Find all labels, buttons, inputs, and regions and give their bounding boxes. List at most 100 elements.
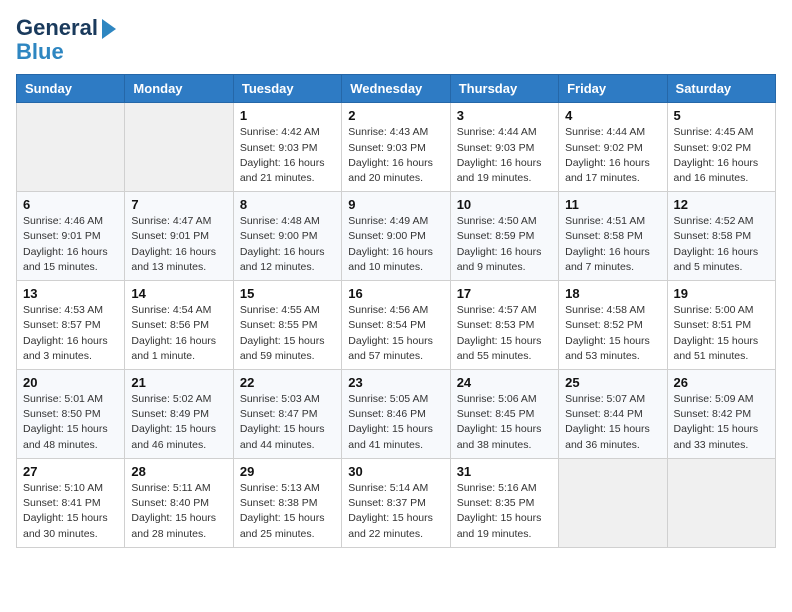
day-info: Sunrise: 4:47 AM Sunset: 9:01 PM Dayligh… (131, 214, 226, 275)
calendar-cell: 22 Sunrise: 5:03 AM Sunset: 8:47 PM Dayli… (233, 370, 341, 459)
day-info: Sunrise: 4:44 AM Sunset: 9:03 PM Dayligh… (457, 125, 552, 186)
calendar-cell: 3 Sunrise: 4:44 AM Sunset: 9:03 PM Daylig… (450, 103, 558, 192)
day-info: Sunrise: 4:51 AM Sunset: 8:58 PM Dayligh… (565, 214, 660, 275)
day-info: Sunrise: 4:50 AM Sunset: 8:59 PM Dayligh… (457, 214, 552, 275)
day-number: 20 (23, 375, 118, 390)
calendar-week-row: 13 Sunrise: 4:53 AM Sunset: 8:57 PM Dayli… (17, 281, 776, 370)
day-number: 8 (240, 197, 335, 212)
calendar-cell: 28 Sunrise: 5:11 AM Sunset: 8:40 PM Dayli… (125, 458, 233, 547)
logo: General Blue (16, 16, 116, 64)
calendar-cell (667, 458, 775, 547)
calendar-table: SundayMondayTuesdayWednesdayThursdayFrid… (16, 74, 776, 547)
day-number: 14 (131, 286, 226, 301)
day-info: Sunrise: 5:05 AM Sunset: 8:46 PM Dayligh… (348, 392, 443, 453)
day-info: Sunrise: 4:56 AM Sunset: 8:54 PM Dayligh… (348, 303, 443, 364)
day-number: 26 (674, 375, 769, 390)
day-info: Sunrise: 5:03 AM Sunset: 8:47 PM Dayligh… (240, 392, 335, 453)
day-number: 18 (565, 286, 660, 301)
day-number: 13 (23, 286, 118, 301)
day-number: 28 (131, 464, 226, 479)
calendar-cell: 20 Sunrise: 5:01 AM Sunset: 8:50 PM Dayli… (17, 370, 125, 459)
calendar-cell: 10 Sunrise: 4:50 AM Sunset: 8:59 PM Dayli… (450, 192, 558, 281)
calendar-week-row: 1 Sunrise: 4:42 AM Sunset: 9:03 PM Daylig… (17, 103, 776, 192)
calendar-header-row: SundayMondayTuesdayWednesdayThursdayFrid… (17, 75, 776, 103)
day-header-tuesday: Tuesday (233, 75, 341, 103)
day-number: 1 (240, 108, 335, 123)
day-info: Sunrise: 5:07 AM Sunset: 8:44 PM Dayligh… (565, 392, 660, 453)
day-info: Sunrise: 4:54 AM Sunset: 8:56 PM Dayligh… (131, 303, 226, 364)
day-number: 10 (457, 197, 552, 212)
day-number: 17 (457, 286, 552, 301)
calendar-cell (559, 458, 667, 547)
day-header-monday: Monday (125, 75, 233, 103)
calendar-cell: 27 Sunrise: 5:10 AM Sunset: 8:41 PM Dayli… (17, 458, 125, 547)
calendar-cell: 24Sunrise: 5:06 AM Sunset: 8:45 PM Dayli… (450, 370, 558, 459)
calendar-week-row: 6Sunrise: 4:46 AM Sunset: 9:01 PM Daylig… (17, 192, 776, 281)
day-info: Sunrise: 4:42 AM Sunset: 9:03 PM Dayligh… (240, 125, 335, 186)
day-number: 29 (240, 464, 335, 479)
calendar-cell: 1 Sunrise: 4:42 AM Sunset: 9:03 PM Daylig… (233, 103, 341, 192)
calendar-cell: 21Sunrise: 5:02 AM Sunset: 8:49 PM Dayli… (125, 370, 233, 459)
calendar-cell: 13 Sunrise: 4:53 AM Sunset: 8:57 PM Dayli… (17, 281, 125, 370)
day-info: Sunrise: 5:13 AM Sunset: 8:38 PM Dayligh… (240, 481, 335, 542)
day-number: 11 (565, 197, 660, 212)
calendar-cell: 31 Sunrise: 5:16 AM Sunset: 8:35 PM Dayli… (450, 458, 558, 547)
day-number: 30 (348, 464, 443, 479)
calendar-cell: 23Sunrise: 5:05 AM Sunset: 8:46 PM Dayli… (342, 370, 450, 459)
day-info: Sunrise: 5:14 AM Sunset: 8:37 PM Dayligh… (348, 481, 443, 542)
day-number: 27 (23, 464, 118, 479)
calendar-cell: 8 Sunrise: 4:48 AM Sunset: 9:00 PM Daylig… (233, 192, 341, 281)
day-number: 4 (565, 108, 660, 123)
day-info: Sunrise: 4:45 AM Sunset: 9:02 PM Dayligh… (674, 125, 769, 186)
calendar-cell: 7 Sunrise: 4:47 AM Sunset: 9:01 PM Daylig… (125, 192, 233, 281)
day-info: Sunrise: 4:57 AM Sunset: 8:53 PM Dayligh… (457, 303, 552, 364)
day-number: 22 (240, 375, 335, 390)
day-number: 3 (457, 108, 552, 123)
calendar-week-row: 27 Sunrise: 5:10 AM Sunset: 8:41 PM Dayli… (17, 458, 776, 547)
day-info: Sunrise: 4:58 AM Sunset: 8:52 PM Dayligh… (565, 303, 660, 364)
day-number: 12 (674, 197, 769, 212)
day-info: Sunrise: 4:44 AM Sunset: 9:02 PM Dayligh… (565, 125, 660, 186)
calendar-week-row: 20 Sunrise: 5:01 AM Sunset: 8:50 PM Dayli… (17, 370, 776, 459)
day-info: Sunrise: 4:48 AM Sunset: 9:00 PM Dayligh… (240, 214, 335, 275)
day-info: Sunrise: 4:43 AM Sunset: 9:03 PM Dayligh… (348, 125, 443, 186)
day-header-thursday: Thursday (450, 75, 558, 103)
day-number: 19 (674, 286, 769, 301)
day-info: Sunrise: 5:09 AM Sunset: 8:42 PM Dayligh… (674, 392, 769, 453)
calendar-cell (125, 103, 233, 192)
day-header-wednesday: Wednesday (342, 75, 450, 103)
day-info: Sunrise: 4:52 AM Sunset: 8:58 PM Dayligh… (674, 214, 769, 275)
day-number: 6 (23, 197, 118, 212)
logo-text: General (16, 16, 98, 40)
day-number: 16 (348, 286, 443, 301)
day-header-friday: Friday (559, 75, 667, 103)
day-info: Sunrise: 4:49 AM Sunset: 9:00 PM Dayligh… (348, 214, 443, 275)
logo-blue-text: Blue (16, 40, 116, 64)
day-info: Sunrise: 5:06 AM Sunset: 8:45 PM Dayligh… (457, 392, 552, 453)
calendar-cell: 25Sunrise: 5:07 AM Sunset: 8:44 PM Dayli… (559, 370, 667, 459)
calendar-cell: 6Sunrise: 4:46 AM Sunset: 9:01 PM Daylig… (17, 192, 125, 281)
day-info: Sunrise: 4:55 AM Sunset: 8:55 PM Dayligh… (240, 303, 335, 364)
day-number: 7 (131, 197, 226, 212)
logo-arrow-icon (102, 19, 116, 39)
calendar-cell: 17 Sunrise: 4:57 AM Sunset: 8:53 PM Dayli… (450, 281, 558, 370)
calendar-cell (17, 103, 125, 192)
day-info: Sunrise: 5:11 AM Sunset: 8:40 PM Dayligh… (131, 481, 226, 542)
day-header-saturday: Saturday (667, 75, 775, 103)
calendar-cell: 9 Sunrise: 4:49 AM Sunset: 9:00 PM Daylig… (342, 192, 450, 281)
day-info: Sunrise: 5:16 AM Sunset: 8:35 PM Dayligh… (457, 481, 552, 542)
day-number: 2 (348, 108, 443, 123)
calendar-cell: 16 Sunrise: 4:56 AM Sunset: 8:54 PM Dayli… (342, 281, 450, 370)
page-header: General Blue (16, 16, 776, 64)
day-info: Sunrise: 5:00 AM Sunset: 8:51 PM Dayligh… (674, 303, 769, 364)
day-number: 15 (240, 286, 335, 301)
day-number: 9 (348, 197, 443, 212)
day-number: 5 (674, 108, 769, 123)
day-info: Sunrise: 5:01 AM Sunset: 8:50 PM Dayligh… (23, 392, 118, 453)
day-info: Sunrise: 5:10 AM Sunset: 8:41 PM Dayligh… (23, 481, 118, 542)
calendar-cell: 14 Sunrise: 4:54 AM Sunset: 8:56 PM Dayli… (125, 281, 233, 370)
calendar-cell: 18 Sunrise: 4:58 AM Sunset: 8:52 PM Dayli… (559, 281, 667, 370)
day-number: 31 (457, 464, 552, 479)
day-header-sunday: Sunday (17, 75, 125, 103)
day-info: Sunrise: 4:53 AM Sunset: 8:57 PM Dayligh… (23, 303, 118, 364)
